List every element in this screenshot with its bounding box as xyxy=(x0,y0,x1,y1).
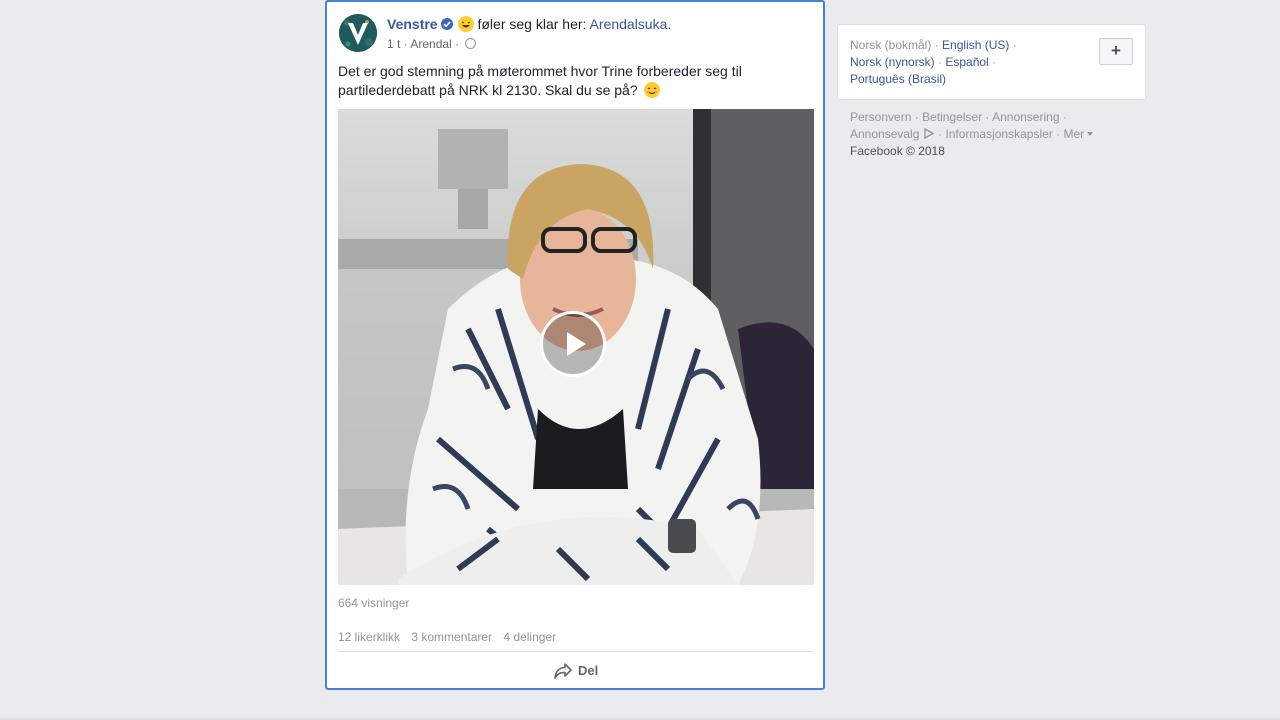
footer-link-privacy[interactable]: Personvern xyxy=(850,110,911,124)
page-avatar[interactable] xyxy=(339,14,377,52)
post-time-link[interactable]: 1 t xyxy=(387,37,400,51)
footer-link-advertising[interactable]: Annonsering xyxy=(992,110,1059,124)
ad-choices-icon[interactable] xyxy=(923,127,935,140)
post-header: Venstre føler seg klar her: Arendalsuka.… xyxy=(339,14,811,56)
activity-place-link[interactable]: Arendalsuka. xyxy=(590,16,672,32)
footer-link-cookies[interactable]: Informasjonskapsler xyxy=(945,127,1052,141)
play-icon xyxy=(567,332,586,356)
footer-link-ad-choices[interactable]: Annonsevalg xyxy=(850,127,919,141)
post-location-link[interactable]: Arendal xyxy=(410,37,451,51)
post-stats: 12 likerklikk 3 kommentarer 4 delinger xyxy=(338,630,564,644)
share-button[interactable]: Del xyxy=(553,662,598,684)
meta-separator: · xyxy=(403,37,408,51)
language-selector-box: Norsk (bokmål) · English (US) · Norsk (n… xyxy=(837,24,1146,100)
post-body-line-2: partilederdebatt på NRK kl 2130. Skal du… xyxy=(338,82,638,98)
copyright-text: Facebook © 2018 xyxy=(850,144,945,158)
share-arrow-icon xyxy=(554,663,572,679)
view-count: 664 visninger xyxy=(338,596,410,610)
video-play-button[interactable] xyxy=(540,311,606,377)
add-language-button[interactable]: + xyxy=(1099,38,1133,65)
comments-count-link[interactable]: 3 kommentarer xyxy=(411,630,492,644)
post-header-title: Venstre føler seg klar her: Arendalsuka. xyxy=(387,16,671,32)
share-label: Del xyxy=(578,663,599,678)
language-list: Norsk (bokmål) · English (US) · Norsk (n… xyxy=(850,38,1017,86)
shares-count-link[interactable]: 4 delinger xyxy=(503,630,556,644)
verified-badge-icon xyxy=(440,18,453,30)
footer-link-terms[interactable]: Betingelser xyxy=(922,110,982,124)
likes-count-link[interactable]: 12 likerklikk xyxy=(338,630,400,644)
current-language: Norsk (bokmål) xyxy=(850,38,932,52)
activity-text: føler seg klar her: xyxy=(477,16,587,32)
meta-separator: · xyxy=(455,37,460,51)
language-option[interactable]: Português (Brasil) xyxy=(850,72,946,86)
post-card: Venstre føler seg klar her: Arendalsuka.… xyxy=(325,0,825,690)
feeling-emoji-icon xyxy=(458,16,475,32)
language-option[interactable]: English (US) xyxy=(942,38,1009,52)
language-option[interactable]: Español xyxy=(945,55,988,69)
more-caret-icon[interactable] xyxy=(1087,132,1094,136)
public-globe-icon[interactable] xyxy=(465,38,477,49)
language-option[interactable]: Norsk (nynorsk) xyxy=(850,55,935,69)
post-meta: 1 t · Arendal · xyxy=(387,37,477,51)
post-body-line-1: Det er god stemning på møterommet hvor T… xyxy=(338,63,742,79)
smiling-emoji-icon xyxy=(643,82,660,98)
footer-links: Personvern · Betingelser · Annonsering ·… xyxy=(850,109,1130,160)
video-player[interactable] xyxy=(338,109,814,585)
action-divider xyxy=(338,651,812,652)
footer-link-more[interactable]: Mer xyxy=(1063,127,1084,141)
post-body: Det er god stemning på møterommet hvor T… xyxy=(338,62,778,100)
page-name-link[interactable]: Venstre xyxy=(387,16,438,32)
